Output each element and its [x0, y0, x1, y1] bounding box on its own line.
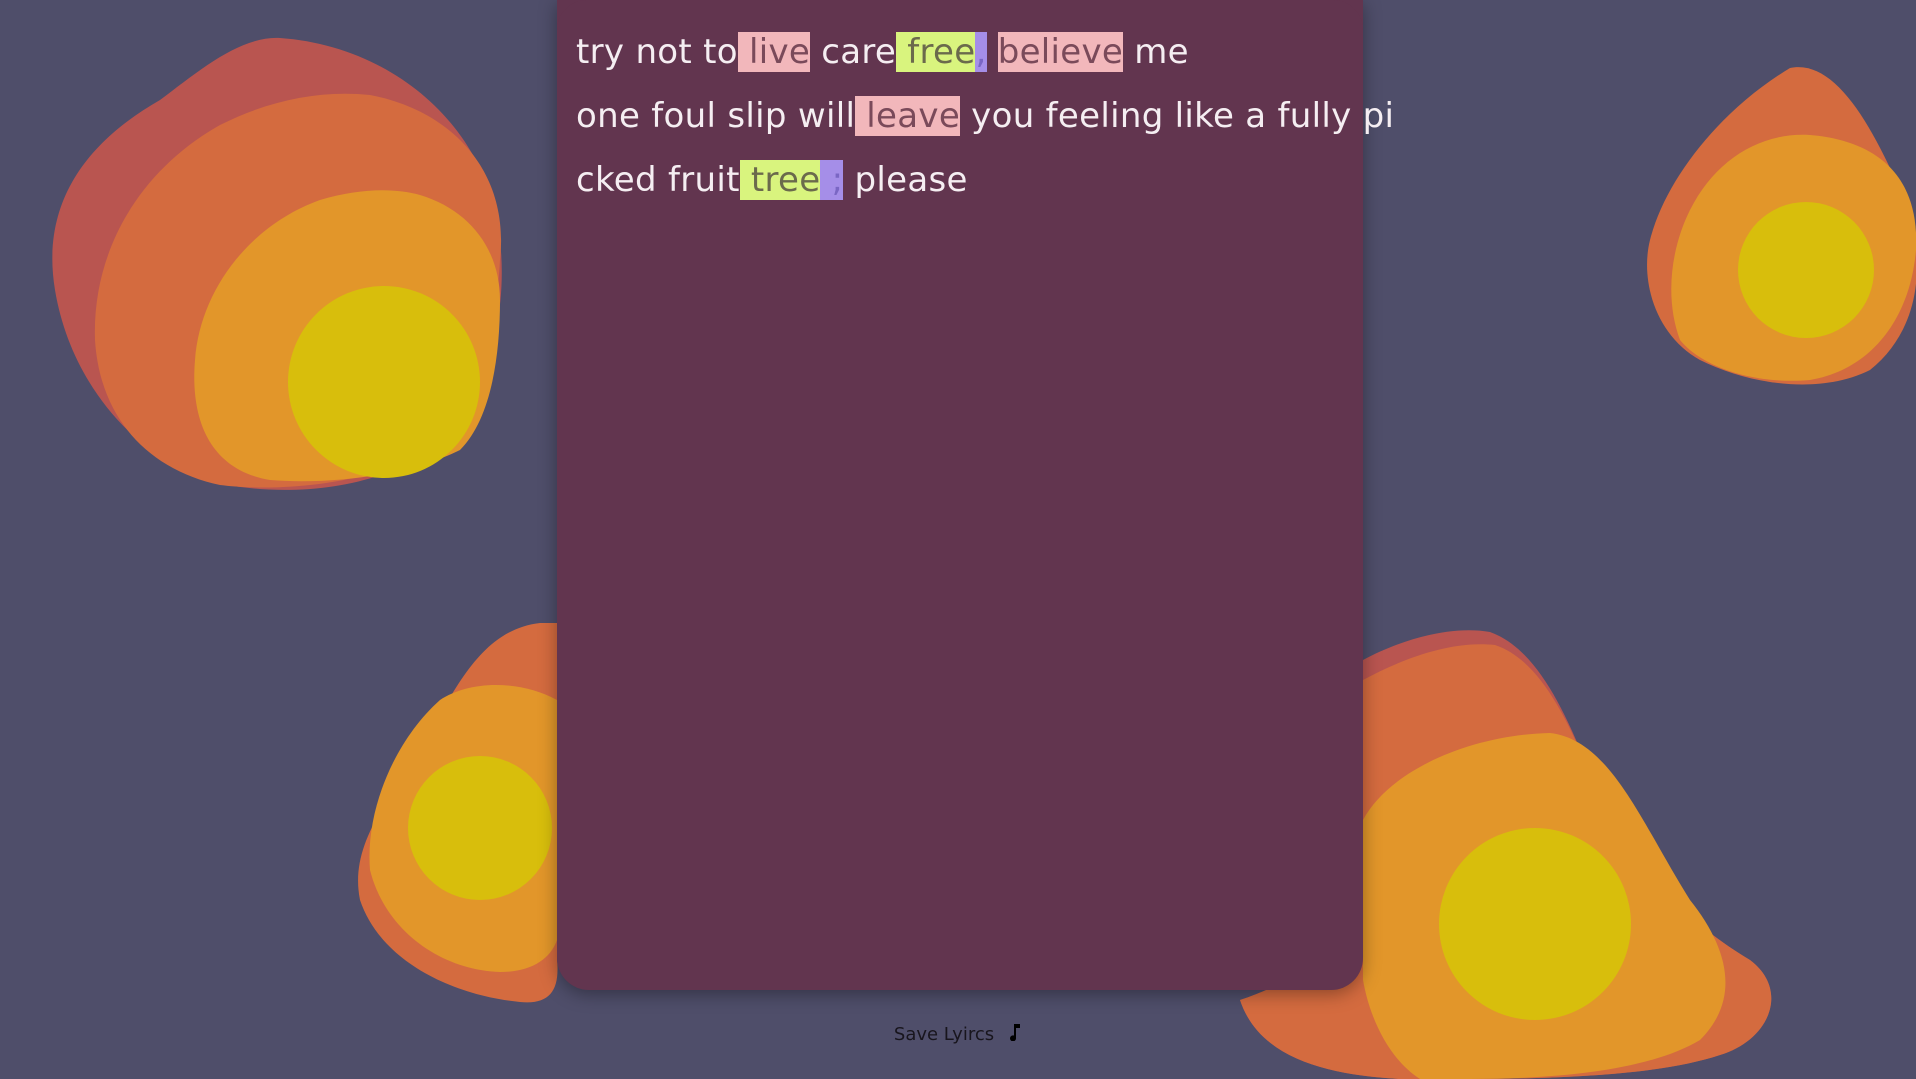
- highlighted-word: ;: [820, 160, 844, 200]
- lyric-text: you feeling like a fully pi: [960, 96, 1395, 136]
- highlighted-word: believe: [997, 32, 1124, 72]
- blob-bottom-left: [358, 623, 558, 1003]
- highlighted-word: live: [737, 32, 811, 72]
- footer: Save Lyircs: [0, 1022, 1916, 1046]
- lyric-text: one foul slip will: [576, 96, 856, 136]
- lyrics-text-area[interactable]: try not to live care free, believe me one…: [576, 20, 1394, 212]
- lyric-text: me: [1123, 32, 1189, 72]
- lyric-text: [987, 32, 998, 72]
- lyric-line[interactable]: one foul slip will leave you feeling lik…: [576, 84, 1394, 148]
- highlighted-word: free: [896, 32, 976, 72]
- music-note-icon: [1008, 1022, 1022, 1046]
- highlighted-word: leave: [855, 96, 961, 136]
- lyric-line[interactable]: try not to live care free, believe me: [576, 20, 1356, 84]
- blob-top-right: [1647, 67, 1916, 385]
- lyric-text: cked fruit: [576, 160, 740, 200]
- lyric-line[interactable]: cked fruit tree ; please: [576, 148, 1356, 212]
- save-lyrics-label: Save Lyircs: [893, 1023, 995, 1045]
- lyric-text: please: [843, 160, 968, 200]
- highlighted-word: ,: [975, 32, 987, 72]
- lyric-text: care: [810, 32, 897, 72]
- save-lyrics-button[interactable]: Save Lyircs: [894, 1022, 1022, 1046]
- highlighted-word: tree: [739, 160, 821, 200]
- blob-top-left: [52, 37, 502, 490]
- lyric-text: try not to: [576, 32, 738, 72]
- lyrics-editor-panel[interactable]: try not to live care free, believe me one…: [557, 0, 1394, 990]
